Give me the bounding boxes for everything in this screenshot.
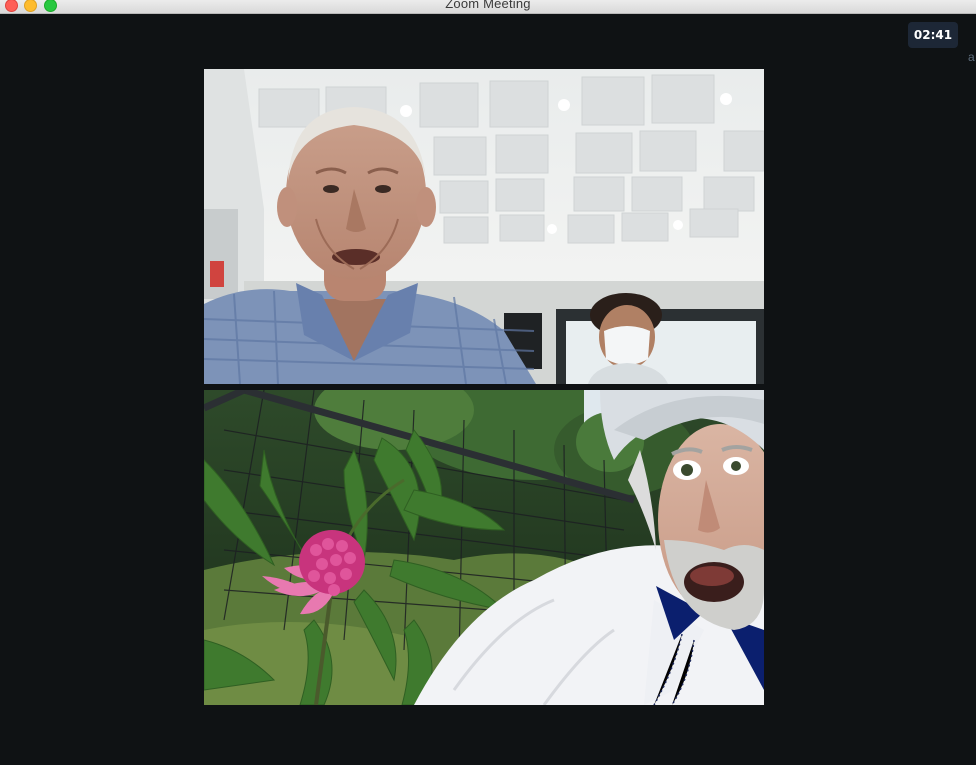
participant-video-tile[interactable] <box>204 390 764 705</box>
window-title-bar[interactable]: Zoom Meeting <box>0 0 976 14</box>
clipped-edge-text: a <box>968 50 975 64</box>
meeting-timer: 02:41 <box>908 22 958 48</box>
participant-video-tile[interactable] <box>204 69 764 384</box>
video-frame-garden <box>204 390 764 705</box>
window-title: Zoom Meeting <box>445 0 531 11</box>
video-frame-indoor <box>204 69 764 384</box>
